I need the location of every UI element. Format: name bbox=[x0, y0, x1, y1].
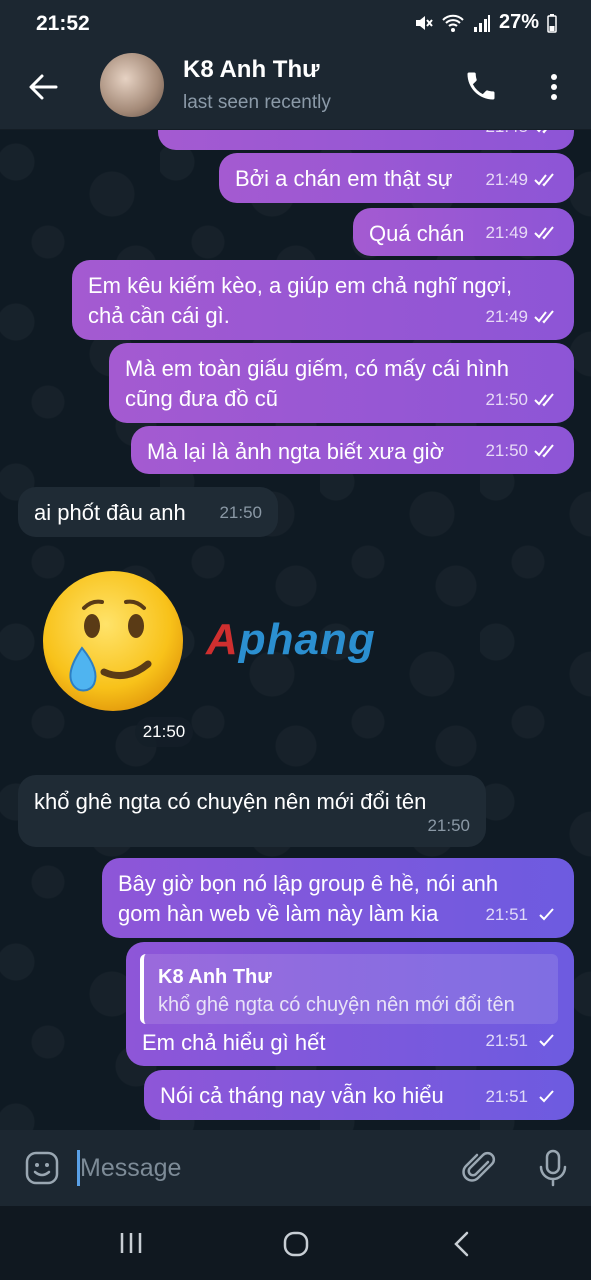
watermark: Aphang bbox=[206, 615, 376, 665]
back-arrow-icon[interactable] bbox=[26, 70, 60, 104]
message-text: ai phốt đâu anh bbox=[34, 500, 186, 525]
chat-area[interactable]: 21:48 Bởi a chán em thật sự 21:49 Quá ch… bbox=[0, 130, 591, 1130]
message-meta: 21:48 bbox=[485, 130, 560, 142]
message-time: 21:51 bbox=[485, 1087, 528, 1106]
message-meta: 21:49 bbox=[485, 165, 560, 195]
message-bubble-outgoing[interactable]: Em kêu kiếm kèo, a giúp em chả nghĩ ngợi… bbox=[72, 260, 574, 340]
message-text: khổ ghê ngta có chuyện nên mới đổi tên bbox=[34, 789, 427, 814]
check-icon bbox=[539, 908, 554, 921]
message-meta: 21:51 bbox=[485, 1026, 560, 1056]
battery-percent: 27% bbox=[498, 11, 539, 33]
message-time: 21:50 bbox=[485, 390, 528, 409]
watermark-first-letter: A bbox=[206, 615, 239, 664]
message-bubble-outgoing-reply[interactable]: K8 Anh Thư khổ ghê ngta có chuyện nên mớ… bbox=[126, 942, 574, 1066]
message-text: Quá chán bbox=[369, 221, 465, 246]
message-bubble-outgoing[interactable]: Quá chán 21:49 bbox=[353, 208, 574, 256]
check-icon bbox=[539, 1034, 554, 1047]
paperclip-icon[interactable] bbox=[462, 1150, 498, 1186]
message-bubble-outgoing[interactable]: Bây giờ bọn nó lập group ê hề, nói anh g… bbox=[102, 858, 574, 938]
double-check-icon bbox=[534, 226, 554, 240]
smiley-icon[interactable] bbox=[24, 1150, 60, 1186]
message-time: 21:51 bbox=[485, 905, 528, 924]
phone-icon[interactable] bbox=[463, 68, 499, 104]
double-check-icon bbox=[534, 393, 554, 407]
message-meta: 21:50 bbox=[485, 385, 560, 415]
message-meta: 21:49 bbox=[485, 218, 560, 248]
battery-icon bbox=[547, 13, 557, 33]
avatar[interactable] bbox=[100, 53, 164, 117]
message-text: Em chả hiểu gì hết bbox=[142, 1030, 326, 1055]
status-icons: 27% bbox=[413, 11, 557, 34]
more-vert-icon[interactable] bbox=[540, 70, 568, 104]
reply-quote[interactable]: K8 Anh Thư khổ ghê ngta có chuyện nên mớ… bbox=[140, 954, 558, 1024]
nav-back-icon[interactable] bbox=[452, 1230, 472, 1258]
home-icon[interactable] bbox=[282, 1230, 310, 1258]
message-meta: 21:50 bbox=[427, 811, 470, 841]
message-bubble-outgoing[interactable]: Mà lại là ảnh ngta biết xưa giờ 21:50 bbox=[131, 426, 574, 474]
reply-quote-name: K8 Anh Thư bbox=[158, 966, 272, 988]
message-time: 21:49 bbox=[485, 307, 528, 326]
message-time: 21:49 bbox=[485, 170, 528, 189]
message-text: Mà em toàn giấu giếm, có mấy cái hình cũ… bbox=[125, 356, 509, 411]
wifi-icon bbox=[442, 14, 464, 32]
message-text: Em kêu kiếm kèo, a giúp em chả nghĩ ngợi… bbox=[88, 273, 513, 328]
message-time: 21:51 bbox=[485, 1031, 528, 1050]
chat-header: K8 Anh Thư last seen recently bbox=[0, 48, 591, 130]
recent-apps-icon[interactable] bbox=[118, 1230, 144, 1256]
message-time: 21:50 bbox=[485, 441, 528, 460]
message-bubble-outgoing[interactable]: Mà em toàn giấu giếm, có mấy cái hình cũ… bbox=[109, 343, 574, 423]
system-nav-bar bbox=[0, 1206, 591, 1280]
double-check-icon bbox=[536, 130, 547, 134]
reply-quote-text: khổ ghê ngta có chuyện nên mới đổi tên bbox=[158, 994, 515, 1016]
double-check-icon bbox=[534, 173, 554, 187]
sticker-time: 21:50 bbox=[135, 717, 193, 747]
check-icon bbox=[539, 1090, 554, 1103]
mute-icon bbox=[415, 15, 433, 30]
message-bubble-outgoing[interactable]: Bởi a chán em thật sự 21:49 bbox=[219, 153, 574, 203]
message-time: 21:49 bbox=[485, 223, 528, 242]
message-text: Nói cả tháng nay vẫn ko hiểu bbox=[160, 1083, 444, 1108]
message-meta: 21:50 bbox=[485, 436, 560, 466]
message-composer bbox=[0, 1130, 591, 1206]
microphone-icon[interactable] bbox=[536, 1148, 570, 1188]
double-check-icon bbox=[534, 310, 554, 324]
message-text: Mà lại là ảnh ngta biết xưa giờ bbox=[147, 439, 444, 464]
message-meta: 21:49 bbox=[485, 302, 560, 332]
message-text: Bởi a chán em thật sự bbox=[235, 166, 453, 191]
status-time: 21:52 bbox=[36, 12, 90, 35]
message-bubble-outgoing[interactable]: Nói cả tháng nay vẫn ko hiểu 21:51 bbox=[144, 1070, 574, 1120]
message-meta: 21:51 bbox=[485, 900, 560, 930]
message-bubble-outgoing[interactable]: 21:48 bbox=[158, 130, 574, 150]
double-check-icon bbox=[534, 444, 554, 458]
watermark-rest: phang bbox=[238, 615, 376, 664]
signal-icon bbox=[473, 14, 490, 32]
message-time: 21:50 bbox=[427, 816, 470, 835]
contact-status: last seen recently bbox=[183, 92, 331, 113]
message-time: 21:48 bbox=[485, 130, 528, 142]
smiling-face-with-tear-sticker[interactable] bbox=[40, 568, 186, 714]
message-meta: 21:51 bbox=[485, 1082, 560, 1112]
contact-name[interactable]: K8 Anh Thư bbox=[183, 56, 319, 84]
message-meta: 21:50 bbox=[219, 498, 262, 528]
message-input[interactable] bbox=[80, 1148, 440, 1188]
message-bubble-incoming[interactable]: khổ ghê ngta có chuyện nên mới đổi tên 2… bbox=[18, 775, 486, 847]
status-bar: 21:52 27% bbox=[0, 0, 591, 48]
message-text: Bây giờ bọn nó lập group ê hề, nói anh g… bbox=[118, 871, 499, 926]
message-time: 21:50 bbox=[219, 503, 262, 522]
message-bubble-incoming[interactable]: ai phốt đâu anh 21:50 bbox=[18, 487, 278, 537]
